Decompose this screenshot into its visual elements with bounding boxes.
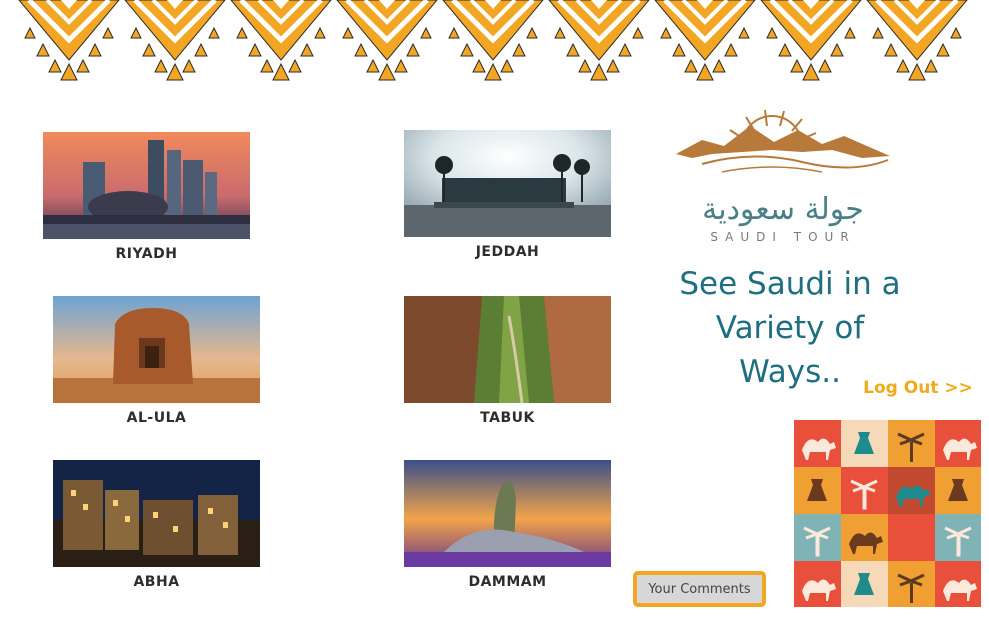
logout-link[interactable]: Log Out >> bbox=[858, 378, 978, 398]
logo-arabic-text: جولة سعودية bbox=[702, 192, 864, 227]
jeddah-image[interactable] bbox=[404, 130, 611, 237]
header-banner bbox=[0, 0, 989, 86]
tagline-line-1: See Saudi in a bbox=[679, 266, 901, 302]
city-card-jeddah[interactable]: JEDDAH bbox=[404, 130, 611, 260]
city-card-alula[interactable]: AL-ULA bbox=[53, 296, 260, 426]
decorative-pattern-grid bbox=[794, 420, 981, 607]
dammam-image[interactable] bbox=[404, 460, 611, 567]
tabuk-image[interactable] bbox=[404, 296, 611, 403]
your-comments-button[interactable]: Your Comments bbox=[633, 571, 766, 607]
alula-image[interactable] bbox=[53, 296, 260, 403]
saudi-tour-logo: جولة سعودية SAUDI TOUR bbox=[672, 106, 894, 246]
city-name-tabuk: TABUK bbox=[480, 410, 535, 426]
mountains-sun-icon bbox=[676, 109, 890, 173]
riyadh-image[interactable] bbox=[43, 132, 250, 239]
sadu-pattern-banner bbox=[0, 0, 989, 86]
city-name-abha: ABHA bbox=[133, 574, 180, 590]
city-card-dammam[interactable]: DAMMAM bbox=[404, 460, 611, 590]
city-name-riyadh: RIYADH bbox=[115, 246, 178, 262]
abha-image[interactable] bbox=[53, 460, 260, 567]
city-card-tabuk[interactable]: TABUK bbox=[404, 296, 611, 426]
city-card-abha[interactable]: ABHA bbox=[53, 460, 260, 590]
city-card-riyadh[interactable]: RIYADH bbox=[43, 132, 250, 262]
city-name-jeddah: JEDDAH bbox=[475, 244, 540, 260]
city-name-dammam: DAMMAM bbox=[468, 574, 547, 590]
city-name-alula: AL-ULA bbox=[126, 410, 187, 426]
logo-subtitle: SAUDI TOUR bbox=[710, 230, 856, 244]
tagline: See Saudi in a Variety of Ways.. bbox=[665, 262, 915, 394]
